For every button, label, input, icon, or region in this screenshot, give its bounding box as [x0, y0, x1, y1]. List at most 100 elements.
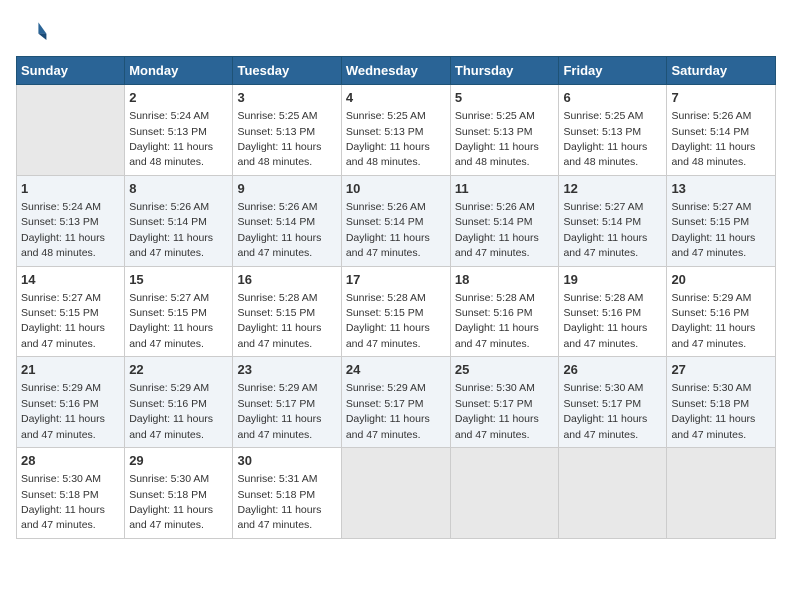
calendar-header-friday: Friday — [559, 57, 667, 85]
calendar-cell — [341, 448, 450, 539]
day-info: Sunrise: 5:26 AMSunset: 5:14 PMDaylight:… — [671, 110, 755, 168]
calendar-header-thursday: Thursday — [450, 57, 559, 85]
calendar-cell — [559, 448, 667, 539]
calendar-cell: 28 Sunrise: 5:30 AMSunset: 5:18 PMDayligh… — [17, 448, 125, 539]
calendar-cell: 13 Sunrise: 5:27 AMSunset: 5:15 PMDayligh… — [667, 175, 776, 266]
calendar-cell: 5 Sunrise: 5:25 AMSunset: 5:13 PMDaylight… — [450, 85, 559, 176]
day-number: 3 — [237, 89, 336, 107]
day-number: 26 — [563, 361, 662, 379]
day-info: Sunrise: 5:26 AMSunset: 5:14 PMDaylight:… — [455, 201, 539, 259]
day-info: Sunrise: 5:28 AMSunset: 5:15 PMDaylight:… — [237, 292, 321, 350]
calendar-cell: 2 Sunrise: 5:24 AMSunset: 5:13 PMDaylight… — [125, 85, 233, 176]
day-number: 18 — [455, 271, 555, 289]
day-number: 17 — [346, 271, 446, 289]
day-info: Sunrise: 5:26 AMSunset: 5:14 PMDaylight:… — [346, 201, 430, 259]
calendar-cell: 7 Sunrise: 5:26 AMSunset: 5:14 PMDaylight… — [667, 85, 776, 176]
day-number: 16 — [237, 271, 336, 289]
calendar-cell: 3 Sunrise: 5:25 AMSunset: 5:13 PMDaylight… — [233, 85, 341, 176]
calendar-table: SundayMondayTuesdayWednesdayThursdayFrid… — [16, 56, 776, 539]
calendar-week-row: 28 Sunrise: 5:30 AMSunset: 5:18 PMDayligh… — [17, 448, 776, 539]
day-number: 21 — [21, 361, 120, 379]
calendar-header-wednesday: Wednesday — [341, 57, 450, 85]
page-header — [16, 16, 776, 48]
day-info: Sunrise: 5:25 AMSunset: 5:13 PMDaylight:… — [455, 110, 539, 168]
calendar-cell: 18 Sunrise: 5:28 AMSunset: 5:16 PMDayligh… — [450, 266, 559, 357]
calendar-cell: 15Sunrise: 5:27 AMSunset: 5:15 PMDayligh… — [125, 266, 233, 357]
day-info: Sunrise: 5:28 AMSunset: 5:16 PMDaylight:… — [563, 292, 647, 350]
day-info: Sunrise: 5:24 AMSunset: 5:13 PMDaylight:… — [21, 201, 105, 259]
calendar-cell: 25 Sunrise: 5:30 AMSunset: 5:17 PMDayligh… — [450, 357, 559, 448]
day-info: Sunrise: 5:29 AMSunset: 5:16 PMDaylight:… — [671, 292, 755, 350]
calendar-cell: 20 Sunrise: 5:29 AMSunset: 5:16 PMDayligh… — [667, 266, 776, 357]
day-info: Sunrise: 5:28 AMSunset: 5:16 PMDaylight:… — [455, 292, 539, 350]
logo-icon — [16, 16, 48, 48]
day-number: 5 — [455, 89, 555, 107]
day-number: 11 — [455, 180, 555, 198]
day-info: Sunrise: 5:25 AMSunset: 5:13 PMDaylight:… — [563, 110, 647, 168]
calendar-week-row: 14 Sunrise: 5:27 AMSunset: 5:15 PMDayligh… — [17, 266, 776, 357]
calendar-cell: 11 Sunrise: 5:26 AMSunset: 5:14 PMDayligh… — [450, 175, 559, 266]
calendar-cell: 10 Sunrise: 5:26 AMSunset: 5:14 PMDayligh… — [341, 175, 450, 266]
day-number: 13 — [671, 180, 771, 198]
calendar-body: 2 Sunrise: 5:24 AMSunset: 5:13 PMDaylight… — [17, 85, 776, 539]
calendar-cell: 4 Sunrise: 5:25 AMSunset: 5:13 PMDaylight… — [341, 85, 450, 176]
calendar-cell — [450, 448, 559, 539]
logo — [16, 16, 52, 48]
day-number: 19 — [563, 271, 662, 289]
day-info: Sunrise: 5:27 AMSunset: 5:15 PMDaylight:… — [129, 292, 213, 350]
calendar-week-row: 1Sunrise: 5:24 AMSunset: 5:13 PMDaylight… — [17, 175, 776, 266]
calendar-cell: 30Sunrise: 5:31 AMSunset: 5:18 PMDayligh… — [233, 448, 341, 539]
day-number: 10 — [346, 180, 446, 198]
day-info: Sunrise: 5:26 AMSunset: 5:14 PMDaylight:… — [237, 201, 321, 259]
calendar-cell — [667, 448, 776, 539]
day-number: 8 — [129, 180, 228, 198]
day-number: 4 — [346, 89, 446, 107]
calendar-cell: 9 Sunrise: 5:26 AMSunset: 5:14 PMDaylight… — [233, 175, 341, 266]
calendar-cell: 23 Sunrise: 5:29 AMSunset: 5:17 PMDayligh… — [233, 357, 341, 448]
calendar-cell: 12Sunrise: 5:27 AMSunset: 5:14 PMDayligh… — [559, 175, 667, 266]
day-info: Sunrise: 5:30 AMSunset: 5:18 PMDaylight:… — [21, 473, 105, 531]
day-number: 2 — [129, 89, 228, 107]
day-number: 23 — [237, 361, 336, 379]
day-number: 20 — [671, 271, 771, 289]
day-info: Sunrise: 5:29 AMSunset: 5:17 PMDaylight:… — [237, 382, 321, 440]
day-number: 28 — [21, 452, 120, 470]
day-number: 9 — [237, 180, 336, 198]
day-info: Sunrise: 5:27 AMSunset: 5:15 PMDaylight:… — [671, 201, 755, 259]
calendar-header-row: SundayMondayTuesdayWednesdayThursdayFrid… — [17, 57, 776, 85]
calendar-cell: 14Sunrise: 5:27 AMSunset: 5:15 PMDayligh… — [17, 266, 125, 357]
calendar-cell: 21Sunrise: 5:29 AMSunset: 5:16 PMDayligh… — [17, 357, 125, 448]
day-number: 14 — [21, 271, 120, 289]
day-info: Sunrise: 5:29 AMSunset: 5:16 PMDaylight:… — [129, 382, 213, 440]
calendar-header-saturday: Saturday — [667, 57, 776, 85]
day-number: 29 — [129, 452, 228, 470]
day-info: Sunrise: 5:30 AMSunset: 5:17 PMDaylight:… — [455, 382, 539, 440]
day-number: 22 — [129, 361, 228, 379]
day-number: 27 — [671, 361, 771, 379]
day-info: Sunrise: 5:31 AMSunset: 5:18 PMDaylight:… — [237, 473, 321, 531]
day-info: Sunrise: 5:29 AMSunset: 5:17 PMDaylight:… — [346, 382, 430, 440]
calendar-header-sunday: Sunday — [17, 57, 125, 85]
day-info: Sunrise: 5:25 AMSunset: 5:13 PMDaylight:… — [346, 110, 430, 168]
calendar-cell: 8Sunrise: 5:26 AMSunset: 5:14 PMDaylight… — [125, 175, 233, 266]
day-number: 25 — [455, 361, 555, 379]
day-info: Sunrise: 5:30 AMSunset: 5:18 PMDaylight:… — [671, 382, 755, 440]
calendar-header-monday: Monday — [125, 57, 233, 85]
calendar-cell: 27 Sunrise: 5:30 AMSunset: 5:18 PMDayligh… — [667, 357, 776, 448]
day-number: 7 — [671, 89, 771, 107]
day-info: Sunrise: 5:30 AMSunset: 5:18 PMDaylight:… — [129, 473, 213, 531]
calendar-cell: 1Sunrise: 5:24 AMSunset: 5:13 PMDaylight… — [17, 175, 125, 266]
day-info: Sunrise: 5:28 AMSunset: 5:15 PMDaylight:… — [346, 292, 430, 350]
day-number: 6 — [563, 89, 662, 107]
calendar-cell: 22 Sunrise: 5:29 AMSunset: 5:16 PMDayligh… — [125, 357, 233, 448]
calendar-cell — [17, 85, 125, 176]
calendar-cell: 6 Sunrise: 5:25 AMSunset: 5:13 PMDaylight… — [559, 85, 667, 176]
calendar-week-row: 21 Sunrise: 5:29 AMSunset: 5:16 PMDayligh… — [17, 357, 776, 448]
day-info: Sunrise: 5:25 AMSunset: 5:13 PMDaylight:… — [237, 110, 321, 168]
day-info: Sunrise: 5:24 AMSunset: 5:13 PMDaylight:… — [129, 110, 213, 168]
calendar-week-row: 2 Sunrise: 5:24 AMSunset: 5:13 PMDaylight… — [17, 85, 776, 176]
day-info: Sunrise: 5:27 AMSunset: 5:14 PMDaylight:… — [563, 201, 647, 259]
calendar-cell: 17 Sunrise: 5:28 AMSunset: 5:15 PMDayligh… — [341, 266, 450, 357]
calendar-header-tuesday: Tuesday — [233, 57, 341, 85]
calendar-cell: 19 Sunrise: 5:28 AMSunset: 5:16 PMDayligh… — [559, 266, 667, 357]
